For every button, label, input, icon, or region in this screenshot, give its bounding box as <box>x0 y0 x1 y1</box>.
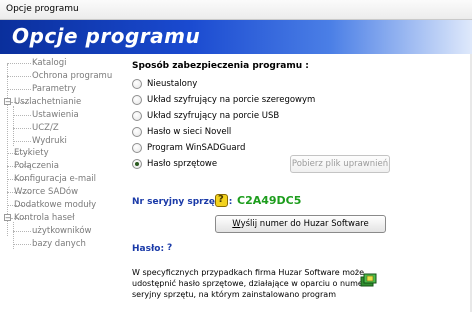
radio-button[interactable] <box>132 79 142 89</box>
radio-label: Program WinSADGuard <box>147 143 246 153</box>
sidebar-item-ucz-z[interactable]: UCZ/Z <box>32 123 59 133</box>
sidebar-item-dodatkowe-moduly[interactable]: Dodatkowe moduły <box>14 200 96 210</box>
sidebar-item-bazy-danych[interactable]: bazy danych <box>32 239 86 249</box>
radio-option-novell[interactable]: Hasło w sieci Novell <box>132 126 231 138</box>
radio-option-winsadguard[interactable]: Program WinSADGuard <box>132 142 245 154</box>
sidebar-item-ustawienia[interactable]: Ustawienia <box>32 110 79 120</box>
sidebar-item-parametry[interactable]: Parametry <box>32 84 76 94</box>
sidebar-item-ochrona-programu[interactable]: Ochrona programu <box>32 71 112 81</box>
sidebar-item-kontrola-hasel[interactable]: Kontrola haseł <box>14 213 75 223</box>
download-permissions-button[interactable]: Pobierz plik uprawnień <box>290 155 390 173</box>
radio-label: Nieustalony <box>147 79 198 89</box>
radio-label: Układ szyfrujący na porcie szeregowym <box>147 95 316 105</box>
info-line: udostępnić hasło sprzętowe, działające w… <box>132 279 367 288</box>
header-banner: Opcje programu <box>0 20 472 54</box>
sidebar-item-polaczenia[interactable]: Połączenia <box>14 161 59 171</box>
sidebar-item-uzytkownikow[interactable]: użytkowników <box>32 226 92 236</box>
password-value: ? <box>167 243 173 253</box>
money-icon <box>360 273 377 287</box>
radio-button[interactable] <box>132 111 142 121</box>
send-serial-button[interactable]: Wyślij numer do Huzar Software <box>215 215 386 233</box>
key-icon <box>215 194 228 207</box>
security-panel: Sposób zabezpieczenia programu : Nieusta… <box>112 54 472 312</box>
security-heading: Sposób zabezpieczenia programu : <box>132 61 309 71</box>
radio-label: Hasło w sieci Novell <box>147 127 232 137</box>
sidebar-item-wzorce-sadow[interactable]: Wzorce SADów <box>14 187 78 197</box>
radio-option-uklad-usb[interactable]: Układ szyfrujący na porcie USB <box>132 110 279 122</box>
info-line: seryjny sprzętu, na którym zainstalowano… <box>132 290 336 299</box>
window-titlebar: Opcje programu <box>0 0 472 20</box>
radio-option-haslo-sprzetowe[interactable]: Hasło sprzętowe <box>132 158 217 170</box>
sidebar-tree: Katalogi Ochrona programu Parametry − Us… <box>0 54 112 312</box>
collapse-icon[interactable]: − <box>4 98 11 106</box>
radio-button[interactable] <box>132 127 142 137</box>
serial-value: C2A49DC5 <box>237 194 302 207</box>
banner-title: Opcje programu <box>12 24 201 48</box>
radio-option-uklad-szeregowy[interactable]: Układ szyfrujący na porcie szeregowym <box>132 94 315 106</box>
sidebar-item-wydruki[interactable]: Wydruki <box>32 136 67 146</box>
info-line: W specyficznych przypadkach firma Huzar … <box>132 268 365 277</box>
sidebar-item-uszlachetnianie[interactable]: Uszlachetnianie <box>14 97 81 107</box>
radio-button-checked[interactable] <box>132 159 142 169</box>
password-label: Hasło: <box>132 244 165 254</box>
radio-label: Hasło sprzętowe <box>147 159 218 169</box>
sidebar-item-konfiguracja-email[interactable]: Konfiguracja e-mail <box>14 174 96 184</box>
radio-option-nieustalony[interactable]: Nieustalony <box>132 78 197 90</box>
sidebar-item-etykiety[interactable]: Etykiety <box>14 148 49 158</box>
radio-button[interactable] <box>132 143 142 153</box>
sidebar-item-katalogi[interactable]: Katalogi <box>32 58 67 68</box>
info-text: W specyficznych przypadkach firma Huzar … <box>132 267 372 300</box>
radio-button[interactable] <box>132 95 142 105</box>
radio-label: Układ szyfrujący na porcie USB <box>147 111 280 121</box>
collapse-icon[interactable]: − <box>4 214 11 222</box>
window-title: Opcje programu <box>6 4 79 14</box>
